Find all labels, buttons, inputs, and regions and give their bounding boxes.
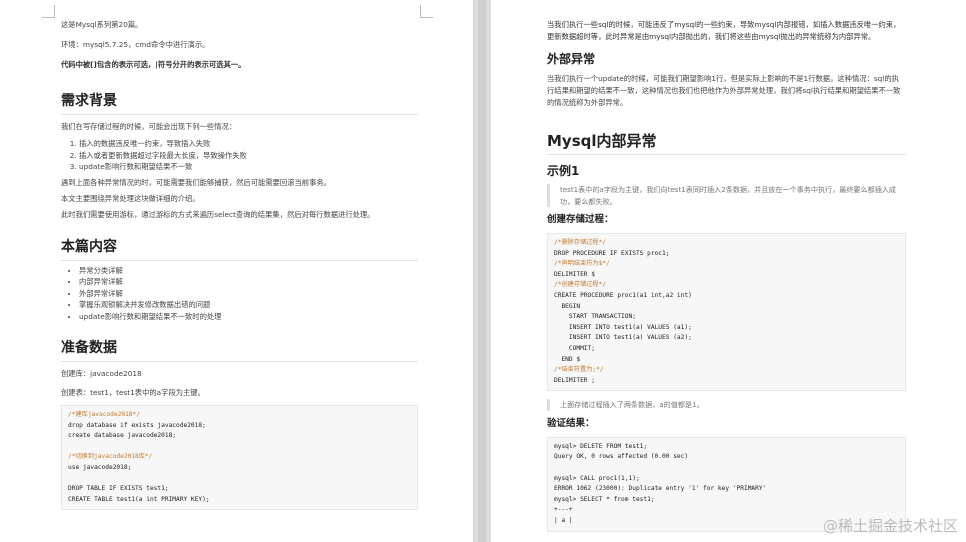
paragraph: 此时我们需要使用游标，通过游标的方式来遍历select查询的结果集，然后对每行数… — [61, 209, 375, 219]
list-item: update影响行数和期望结果不一致时的处理 — [79, 311, 418, 323]
list-item: 内部异常详解 — [79, 276, 418, 288]
code-line: /*建库javacode2018*/ — [68, 411, 140, 418]
paragraph-outer-exception-def: 当我们执行一个update的时候，可能我们期望影响1行，但是实际上影响的不是1行… — [547, 74, 901, 107]
heading-background: 需求背景 — [61, 91, 418, 115]
code-line: /*创建存储过程*/ — [554, 281, 607, 289]
content-list: 异常分类详解 内部异常详解 外部异常详解 掌握乐观锁解决并发修改数据出错的问题 … — [61, 265, 418, 323]
left-page-content: 这是Mysql系列第20篇。 环境：mysql5.7.25，cmd命令中进行演示… — [61, 0, 418, 511]
code-line: drop database if exists javacode2018; — [68, 421, 206, 429]
page-corner-mark — [420, 5, 433, 18]
list-item: 插入或者更新数据超过字段最大长度，导致操作失败 — [79, 150, 418, 162]
scrollbar[interactable] — [478, 0, 486, 542]
list-item: update影响行数和期望结果不一致 — [79, 161, 418, 173]
code-line: BEGIN — [554, 302, 581, 310]
example-quote: test1表中的a字段为主键，我们向test1表同时插入2条数据，并且放在一个事… — [547, 184, 906, 207]
code-line: mysql> CALL proc1(1,1); — [554, 474, 640, 482]
code-line: INSERT INTO test1(a) VALUES (a2); — [554, 334, 692, 342]
procedure-quote: 上面存储过程插入了两条数据，a的值都是1。 — [547, 399, 906, 411]
code-line: CREATE TABLE test1(a int PRIMARY KEY); — [68, 495, 210, 503]
intro-syntax-note: 代码中被[]包含的表示可选，|符号分开的表示可选其一。 — [61, 60, 246, 69]
paragraph: 创建表：test1，test1表中的a字段为主键。 — [61, 388, 205, 397]
right-page-content: 当我们执行一些sql的时候，可能违反了mysql的一些约束，导致mysql内部报… — [547, 0, 906, 532]
heading-verify-result: 验证结果： — [547, 417, 595, 429]
paragraph: 遇到上面各种异常情况的时，可能需要我们能够捕获，然后可能需要回滚当前事务。 — [61, 177, 331, 187]
code-line: Query OK, 0 rows affected (0.00 sec) — [554, 453, 689, 461]
intro-line: 这是Mysql系列第20篇。 — [61, 20, 143, 29]
code-line: /*声明结束符为$*/ — [554, 260, 610, 268]
heading-outer-exception: 外部异常 — [547, 52, 596, 66]
paragraph: 我们在写存储过程的时候，可能会出现下列一些情况： — [61, 122, 237, 131]
page-corner-mark — [42, 5, 55, 18]
code-line: use javacode2018; — [68, 463, 132, 471]
heading-example-1: 示例1 — [547, 164, 580, 178]
right-page: 当我们执行一些sql的时候，可能违反了mysql的一些约束，导致mysql内部报… — [491, 0, 966, 542]
list-item: 外部异常详解 — [79, 288, 418, 300]
code-line: START TRANSACTION; — [554, 313, 636, 321]
code-line: COMMIT; — [554, 344, 595, 352]
code-line: /*切换到javacode2018库*/ — [68, 453, 153, 461]
code-line: mysql> SELECT * from test1; — [554, 495, 655, 503]
code-line: END $ — [554, 355, 581, 363]
page-gutter — [473, 0, 491, 542]
heading-prepare-data: 准备数据 — [61, 338, 418, 362]
list-item: 异常分类详解 — [79, 265, 418, 277]
code-line: CREATE PROCEDURE proc1(a1 int,a2 int) — [554, 291, 692, 299]
code-line: /*结束符置为;*/ — [554, 366, 604, 374]
watermark-text: @稀土掘金技术社区 — [822, 517, 958, 535]
heading-create-procedure: 创建存储过程： — [547, 214, 614, 225]
paragraph-inner-exception-def: 当我们执行一些sql的时候，可能违反了mysql的一些约束，导致mysql内部报… — [547, 20, 901, 41]
code-line: create database javacode2018; — [68, 432, 177, 440]
code-line: INSERT INTO test1(a) VALUES (a1); — [554, 323, 692, 331]
code-line: ERROR 1062 (23000): Duplicate entry '1' … — [554, 485, 767, 493]
heading-content: 本篇内容 — [61, 237, 418, 261]
code-line: DELIMITER ; — [554, 376, 595, 384]
list-item: 掌握乐观锁解决并发修改数据出错的问题 — [79, 299, 418, 311]
code-block-procedure: /*删除存储过程*/ DROP PROCEDURE IF EXISTS proc1… — [547, 233, 906, 392]
code-line: mysql> DELETE FROM test1; — [554, 442, 648, 450]
list-item: 插入的数据违反唯一约束，导致插入失败 — [79, 138, 418, 150]
left-page: 这是Mysql系列第20篇。 环境：mysql5.7.25，cmd命令中进行演示… — [0, 0, 473, 542]
code-line: DELIMITER $ — [554, 270, 595, 278]
code-line: DROP TABLE IF EXISTS test1; — [68, 485, 169, 493]
heading-mysql-inner-exception: Mysql内部异常 — [547, 131, 906, 155]
code-line: DROP PROCEDURE IF EXISTS proc1; — [554, 249, 670, 257]
background-list: 插入的数据违反唯一约束，导致插入失败 插入或者更新数据超过字段最大长度，导致操作… — [61, 138, 418, 173]
paragraph: 本文主要围绕异常处理这块做详细的介绍。 — [61, 193, 200, 203]
intro-env-line: 环境：mysql5.7.25，cmd命令中进行演示。 — [61, 40, 210, 49]
paragraph: 创建库：javacode2018 — [61, 369, 142, 378]
code-line: /*删除存储过程*/ — [554, 239, 607, 246]
code-block-setup: /*建库javacode2018*/ drop database if exist… — [61, 405, 418, 511]
